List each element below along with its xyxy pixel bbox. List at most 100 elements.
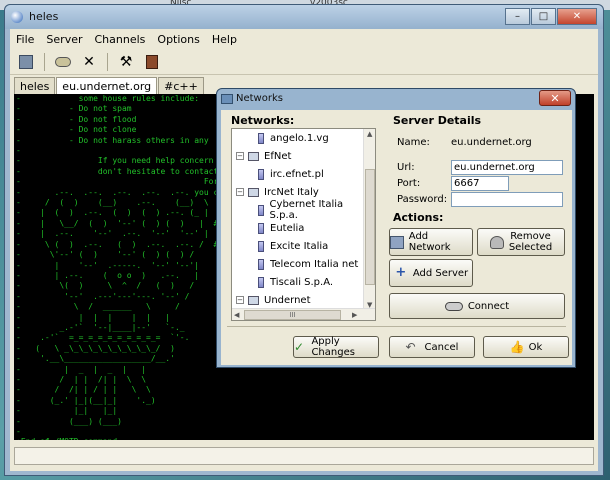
connect-plug-icon	[444, 301, 463, 311]
networks-icon[interactable]	[14, 51, 38, 73]
menu-help[interactable]: Help	[206, 31, 243, 49]
name-value: eu.undernet.org	[451, 137, 532, 148]
checkmark-icon: ✓	[294, 339, 305, 354]
toolbar: ✕ ⚒	[10, 49, 598, 75]
console-line: :End of /MOTD command.	[16, 437, 594, 440]
settings-icon[interactable]: ⚒	[114, 51, 138, 73]
menu-options[interactable]: Options	[151, 31, 205, 49]
server-icon	[258, 132, 264, 144]
add-network-button[interactable]: Add Network	[389, 228, 473, 256]
tree-horizontal-thumb[interactable]: III	[244, 310, 341, 320]
connect-label: Connect	[467, 300, 510, 312]
tree-item-label: Eutelia	[270, 222, 305, 234]
tree-network-item[interactable]: − EfNet	[232, 147, 363, 165]
server-icon	[258, 276, 264, 288]
network-icon	[248, 151, 259, 161]
url-input[interactable]	[451, 160, 563, 175]
tree-item-label: EfNet	[264, 150, 292, 162]
scroll-right-icon[interactable]: ▶	[352, 311, 357, 319]
console-line: - / /| | / | | \ \	[16, 385, 151, 395]
network-icon	[248, 295, 259, 305]
network-icon	[248, 187, 259, 197]
add-server-button[interactable]: + Add Server	[389, 259, 473, 287]
tree-item-label: Undernet	[264, 294, 311, 306]
dialog-title-bar: Networks ✕	[217, 89, 575, 109]
tree-item-label: Cybernet Italia S.p.a.	[269, 199, 344, 221]
port-label: Port:	[397, 178, 421, 189]
tree-item-label: Tiscali S.p.A.	[270, 276, 334, 288]
url-label: Url:	[397, 162, 415, 173]
server-details-label: Server Details	[393, 114, 482, 127]
tree-server-item[interactable]: Telecom Italia net	[232, 255, 363, 273]
menu-server[interactable]: Server	[40, 31, 88, 49]
console-line: - / | | /| | \ \	[16, 374, 147, 384]
networks-label: Networks:	[231, 114, 295, 127]
server-icon	[258, 258, 264, 270]
dialog-close-button[interactable]: ✕	[539, 90, 571, 106]
tree-server-item[interactable]: Eutelia	[232, 219, 363, 237]
ok-button[interactable]: 👍 Ok	[483, 336, 569, 358]
tree-vertical-scrollbar[interactable]: ▲ ▼	[363, 129, 375, 310]
apply-changes-label: Apply Changes	[311, 336, 355, 358]
menu-file[interactable]: File	[10, 31, 40, 49]
tree-server-item[interactable]: irc.efnet.pl	[232, 165, 363, 183]
connect-icon[interactable]	[51, 51, 75, 73]
networks-tree[interactable]: angelo.1.vg − EfNet irc.efnet.pl − IrcNet Ita…	[231, 128, 376, 321]
actions-label: Actions:	[393, 211, 444, 224]
tree-horizontal-scrollbar[interactable]: ◀ III ▶	[232, 308, 375, 320]
server-icon	[258, 222, 264, 234]
tree-item-label: irc.efnet.pl	[270, 168, 324, 180]
menu-channels[interactable]: Channels	[89, 31, 152, 49]
toolbar-separator	[107, 52, 108, 71]
tab-eu-undernet[interactable]: eu.undernet.org	[56, 77, 158, 95]
cancel-button[interactable]: ↶ Cancel	[389, 336, 475, 358]
menu-bar: File Server Channels Options Help	[10, 31, 243, 49]
thumbs-up-icon: 👍	[509, 339, 525, 354]
exit-icon[interactable]	[140, 51, 164, 73]
dialog-body: Networks: angelo.1.vg − EfNet irc.efnet.pl −…	[221, 110, 572, 365]
tree-server-item[interactable]: angelo.1.vg	[232, 129, 363, 147]
port-input[interactable]	[451, 176, 509, 191]
toolbar-separator	[44, 52, 45, 71]
remove-selected-button[interactable]: Remove Selected	[477, 228, 565, 256]
console-line: - |_| |_|	[16, 406, 118, 416]
tree-server-item[interactable]: Excite Italia	[232, 237, 363, 255]
network-icon	[390, 235, 404, 249]
tab-strip: heles eu.undernet.org #c++	[14, 77, 204, 95]
tree-vertical-thumb[interactable]	[365, 169, 375, 285]
tree-item-label: Excite Italia	[270, 240, 329, 252]
tree-item-label: Telecom Italia net	[270, 258, 359, 270]
trash-icon	[489, 235, 504, 249]
tab-cpp[interactable]: #c++	[158, 77, 204, 95]
tree-server-item[interactable]: Cybernet Italia S.p.a.	[232, 199, 363, 221]
input-bar[interactable]	[14, 447, 594, 465]
scroll-left-icon[interactable]: ◀	[234, 311, 239, 319]
add-server-label: Add Server	[412, 267, 469, 279]
password-input[interactable]	[451, 192, 563, 207]
tree-network-item[interactable]: − Undernet	[232, 291, 363, 309]
collapse-icon[interactable]: −	[236, 152, 244, 160]
tab-heles[interactable]: heles	[14, 77, 56, 95]
server-icon	[258, 204, 264, 216]
console-line: - (___) (___)	[16, 416, 122, 426]
scroll-up-icon[interactable]: ▲	[367, 130, 372, 138]
close-button[interactable]: ✕	[557, 8, 597, 25]
collapse-icon[interactable]: −	[236, 296, 244, 304]
apply-changes-button[interactable]: ✓ Apply Changes	[293, 336, 379, 358]
tree-item-label: angelo.1.vg	[270, 132, 329, 144]
collapse-icon[interactable]: −	[236, 188, 244, 196]
undo-icon: ↶	[405, 339, 416, 354]
tree-server-item[interactable]: Tiscali S.p.A.	[232, 273, 363, 291]
connect-button[interactable]: Connect	[389, 293, 565, 319]
password-label: Password:	[397, 194, 448, 205]
remove-selected-label: Remove Selected	[508, 231, 553, 253]
ok-label: Ok	[528, 341, 543, 353]
disconnect-icon[interactable]: ✕	[77, 51, 101, 73]
server-icon	[258, 240, 264, 252]
plus-icon: +	[395, 264, 407, 280]
minimize-button[interactable]: –	[505, 8, 530, 25]
maximize-button[interactable]: □	[531, 8, 556, 25]
add-network-label: Add Network	[408, 231, 451, 253]
dialog-separator	[227, 326, 566, 327]
name-label: Name:	[397, 137, 430, 148]
